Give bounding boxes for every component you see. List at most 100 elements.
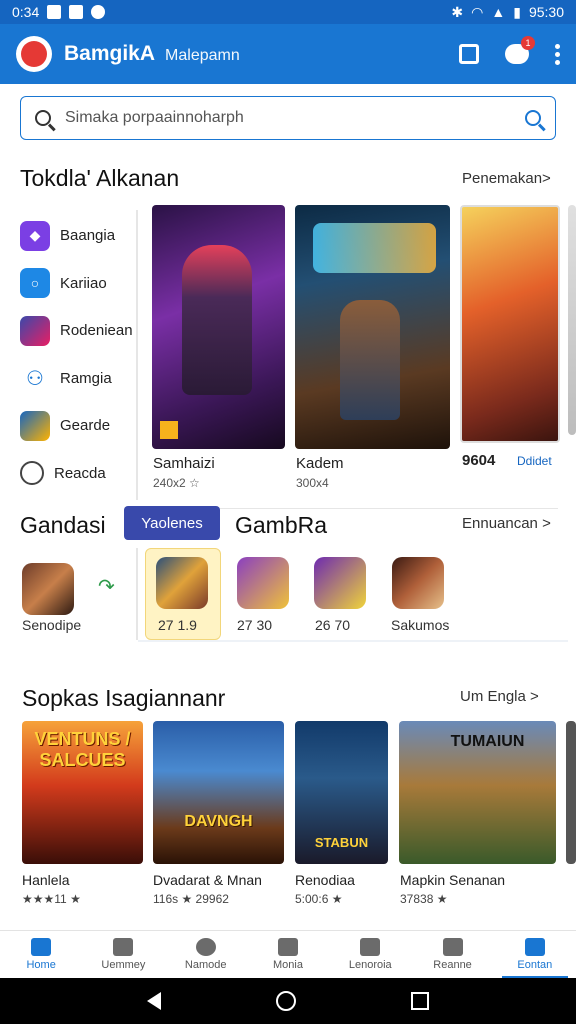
ring-icon: ○: [20, 268, 50, 299]
person-icon: ⚇: [20, 363, 50, 394]
game-card[interactable]: [566, 721, 576, 864]
game-card[interactable]: VENTUNS / SALCUES: [22, 721, 143, 864]
section-more-link[interactable]: Um Engla >: [460, 688, 539, 705]
tab-pill-active[interactable]: Yaolenes: [124, 506, 220, 540]
section-title: Sopkas Isagiannanr: [22, 685, 226, 711]
nav-account[interactable]: Eontan: [494, 931, 576, 978]
notification-icon: [91, 5, 106, 19]
status-bar: 0:34 ✱ ◠ ▲ ▮ 95:30: [0, 0, 576, 24]
nav-label: Home: [26, 959, 56, 971]
app-bar: BamgikA Malepamn 1: [0, 24, 576, 84]
section-title: Tokdla' Alkanan: [20, 165, 180, 191]
featured-game-card[interactable]: [152, 205, 285, 449]
divider: [136, 210, 138, 500]
avatar-icon: [20, 315, 50, 346]
game-title: Mapkin Senanan: [400, 872, 506, 888]
share-arrow-icon[interactable]: ↷: [98, 574, 115, 599]
nav-label: Reanne: [433, 959, 472, 971]
back-icon[interactable]: [147, 992, 162, 1010]
home-button-icon[interactable]: [275, 991, 296, 1011]
search-bar: [20, 96, 556, 140]
nav-home[interactable]: Home: [0, 931, 82, 978]
game-meta: Ddidet: [517, 454, 552, 468]
search-input[interactable]: [65, 109, 485, 127]
library-icon: [360, 938, 381, 956]
sidebar-item-label: Ramgia: [60, 369, 112, 387]
sidebar-item[interactable]: ⚇ Ramgia: [20, 355, 140, 403]
nav-label: Lenoroia: [348, 959, 392, 971]
wifi-icon: ◠: [471, 3, 484, 20]
chat-icon[interactable]: 1: [505, 36, 535, 64]
game-meta: 5:00:6 ★: [295, 892, 343, 906]
app-subtitle: Malepamn: [165, 46, 240, 64]
section-more-link[interactable]: Penemakan>: [462, 170, 551, 187]
section-title: GambRa: [235, 512, 328, 538]
more-menu-icon[interactable]: [555, 43, 560, 65]
nav-label: Namode: [184, 959, 227, 971]
section-more-link[interactable]: Ennuancan >: [462, 515, 551, 532]
recents-icon[interactable]: [410, 992, 429, 1010]
signal-icon: ▲: [491, 4, 506, 20]
notification-badge: 1: [521, 36, 535, 50]
chat-icon: [20, 461, 44, 486]
nav-item[interactable]: Namode: [165, 931, 247, 978]
home-icon: [31, 938, 52, 956]
app-logo-icon[interactable]: [16, 36, 52, 72]
sidebar-item[interactable]: Gearde: [20, 402, 140, 450]
nav-item[interactable]: Reanne: [411, 931, 493, 978]
message-icon: [277, 938, 298, 956]
game-meta: 240x2 ☆: [153, 476, 200, 490]
search-submit-icon[interactable]: [525, 110, 541, 126]
sidebar-item[interactable]: ◆ Baangia: [20, 212, 140, 260]
featured-game-card[interactable]: [460, 205, 560, 443]
bottom-nav: Home Uemmey Namode Monia Lenoroia Reanne…: [0, 930, 576, 978]
sidebar-item[interactable]: Rodeniean: [20, 307, 140, 355]
bluetooth-icon: ✱: [451, 3, 464, 20]
game-title: Samhaizi: [153, 455, 215, 472]
app-label: 26 70: [315, 617, 351, 633]
sidebar-item-label: Gearde: [60, 417, 111, 435]
category-sidebar: ◆ Baangia ○ Kariiao Rodeniean ⚇ Ramgia G…: [20, 212, 140, 497]
app-icon[interactable]: [237, 557, 289, 609]
app-icon[interactable]: [392, 557, 444, 609]
people-icon: [113, 938, 134, 956]
sidebar-item-label: Reacda: [54, 464, 106, 482]
search-icon: [195, 938, 216, 956]
game-card[interactable]: TUMAIUN: [399, 721, 556, 864]
app-icon[interactable]: [22, 563, 74, 615]
featured-game-card[interactable]: [295, 205, 450, 449]
nav-item[interactable]: Lenoroia: [329, 931, 411, 978]
system-nav-bar: [0, 978, 576, 1024]
game-title: Kadem: [296, 455, 344, 472]
card-art-title: DAVNGH: [184, 813, 253, 830]
game-icon: ◆: [20, 220, 50, 251]
featured-game-card[interactable]: [568, 205, 576, 435]
game-meta: 300x4: [296, 476, 329, 490]
app-label: Senodipe: [22, 617, 82, 633]
nav-item[interactable]: Uemmey: [82, 931, 164, 978]
gamepad-icon: [20, 410, 50, 441]
game-title: Dvadarat & Mnan: [153, 872, 262, 888]
app-icon[interactable]: [314, 557, 366, 609]
game-card[interactable]: STABUN: [295, 721, 388, 864]
divider: [136, 548, 138, 640]
sidebar-item[interactable]: Reacda: [20, 450, 140, 498]
app-title: BamgikA: [64, 42, 156, 65]
nav-item[interactable]: Monia: [247, 931, 329, 978]
notification-icon: [47, 5, 62, 19]
game-card[interactable]: DAVNGH: [153, 721, 284, 864]
search-icon: [35, 110, 51, 126]
app-icon[interactable]: [156, 557, 208, 609]
app-label: Sakumos: [391, 617, 450, 633]
age-rating-icon: [160, 421, 178, 439]
divider: [138, 640, 568, 642]
sidebar-item-label: Baangia: [60, 227, 116, 245]
app-label: 27 1.9: [158, 617, 197, 633]
nav-label: Monia: [273, 959, 303, 971]
game-title: Renodiaa: [295, 872, 355, 888]
game-meta: 37838 ★: [400, 892, 448, 906]
notification-icon: [69, 5, 84, 19]
sidebar-item-label: Rodeniean: [60, 322, 133, 340]
sidebar-item[interactable]: ○ Kariiao: [20, 260, 140, 308]
window-icon[interactable]: [459, 44, 479, 64]
